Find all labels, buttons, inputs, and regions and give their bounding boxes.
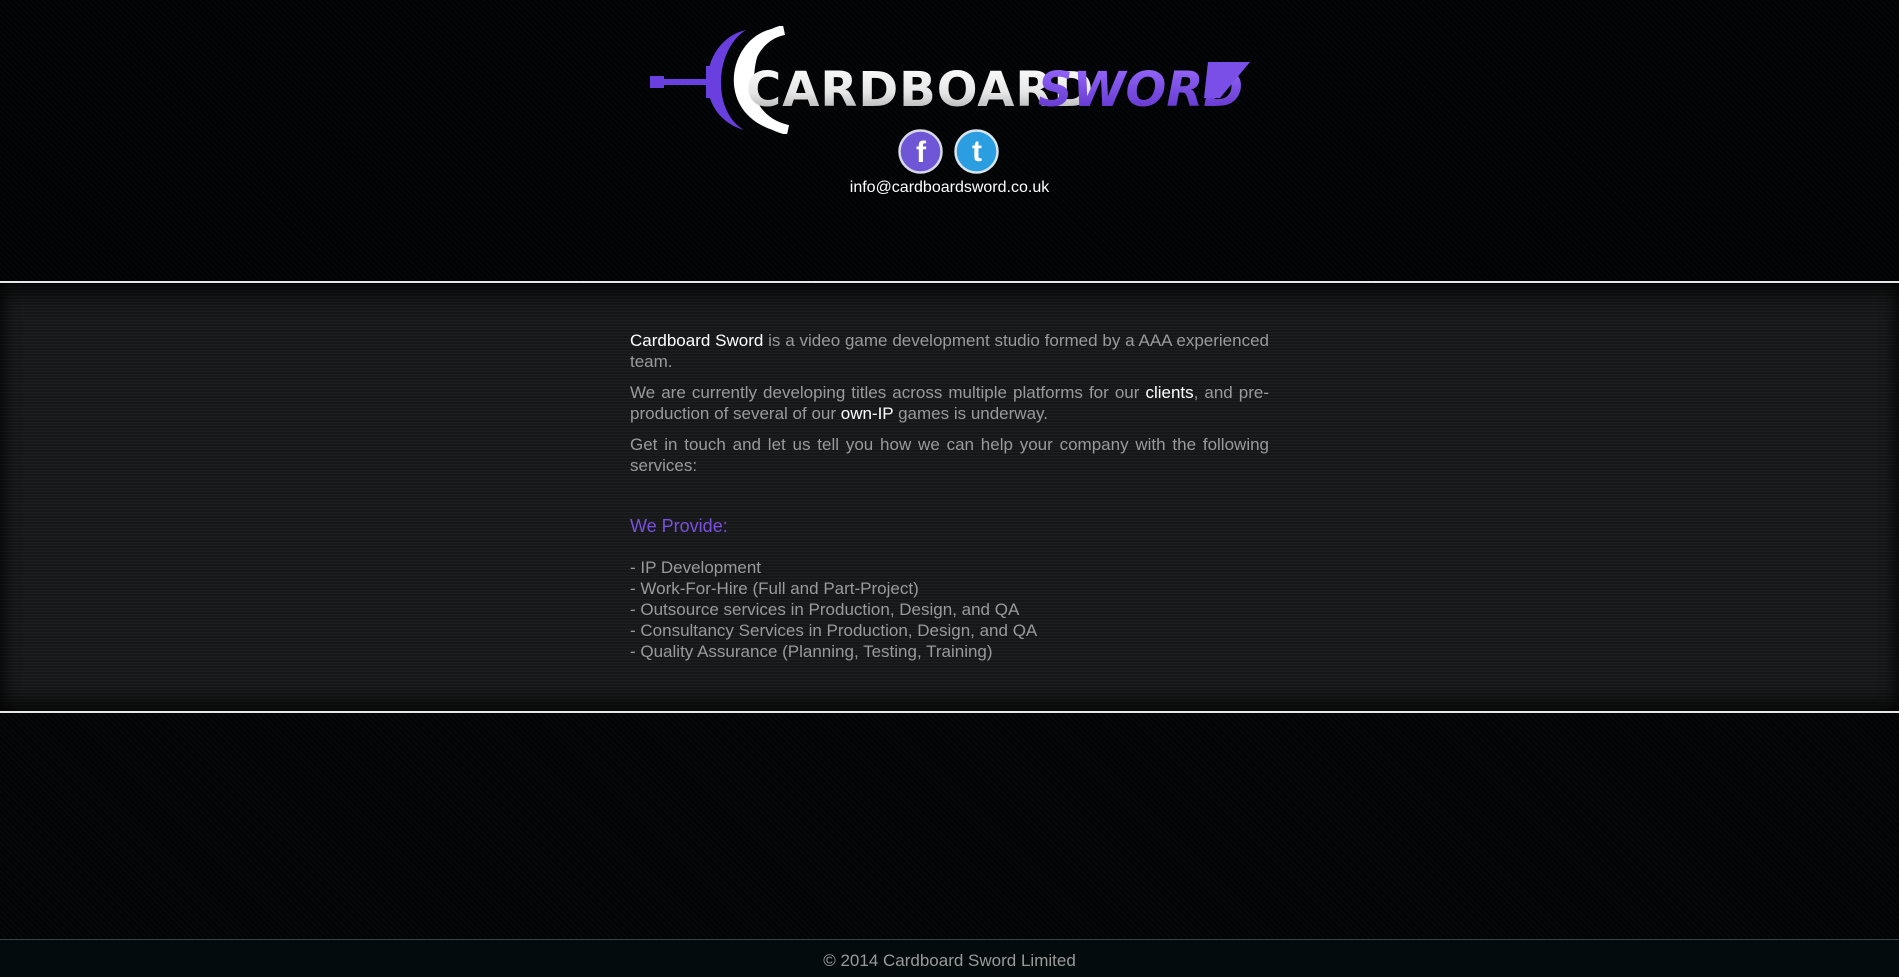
service-item: - Outsource services in Production, Desi…: [630, 600, 1020, 619]
bottom-divider: [0, 711, 1899, 713]
clients-link[interactable]: clients: [1145, 383, 1193, 402]
services-intro-paragraph: Get in touch and let us tell you how we …: [630, 435, 1269, 475]
top-divider: [0, 281, 1899, 283]
service-item: - Quality Assurance (Planning, Testing, …: [630, 642, 993, 661]
twitter-button[interactable]: t: [954, 129, 999, 174]
facebook-button[interactable]: f: [898, 129, 943, 174]
service-item: - Consultancy Services in Production, De…: [630, 621, 1038, 640]
main-content-band: Cardboard Sword is a video game developm…: [0, 284, 1899, 711]
twitter-glyph: t: [972, 135, 982, 168]
projects-paragraph: We are currently developing titles acros…: [630, 382, 1269, 424]
twitter-icon: t: [954, 129, 999, 174]
contact-email-link[interactable]: info@cardboardsword.co.uk: [0, 179, 1899, 197]
cardboard-sword-logo[interactable]: CARDBOARD SWORD: [648, 26, 1250, 134]
projects-text-1: We are currently developing titles acros…: [630, 383, 1146, 402]
about-section: Cardboard Sword is a video game developm…: [630, 330, 1269, 662]
social-links: f t: [898, 129, 1002, 175]
we-provide-heading: We Provide:: [630, 516, 728, 536]
header: CARDBOARD SWORD f t info@cardboardsword.…: [0, 0, 1899, 281]
service-item: - Work-For-Hire (Full and Part-Project): [630, 579, 919, 598]
brand-name: Cardboard Sword: [630, 331, 764, 350]
projects-text-3: games is underway.: [893, 404, 1048, 423]
services-list: - IP Development - Work-For-Hire (Full a…: [630, 557, 1269, 662]
copyright-text: © 2014 Cardboard Sword Limited: [823, 951, 1076, 970]
service-item: - IP Development: [630, 558, 762, 577]
sword-pommel-icon: [650, 76, 664, 88]
own-ip-link[interactable]: own-IP: [841, 404, 894, 423]
lower-background: [0, 714, 1899, 939]
intro-paragraph: Cardboard Sword is a video game developm…: [630, 330, 1269, 372]
page: CARDBOARD SWORD f t info@cardboardsword.…: [0, 0, 1899, 977]
facebook-icon: f: [898, 129, 943, 174]
facebook-glyph: f: [916, 136, 927, 169]
footer: © 2014 Cardboard Sword Limited: [0, 939, 1899, 977]
